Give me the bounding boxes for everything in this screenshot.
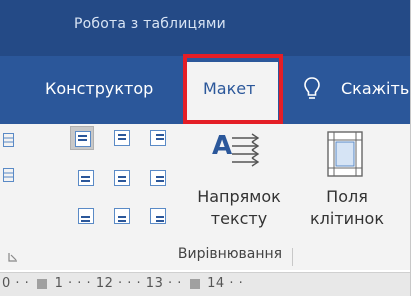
align-top-right-icon: [150, 130, 166, 146]
text-direction-label-line1: Напрямок: [197, 187, 281, 206]
ruler-number: 13: [145, 276, 164, 291]
align-bottom-left-button[interactable]: [74, 204, 98, 228]
align-top-center-icon: [114, 130, 130, 146]
align-top-center-button[interactable]: [110, 126, 134, 150]
dialog-launcher-icon[interactable]: [8, 252, 18, 262]
cell-margins-label-line1: Поля: [326, 187, 368, 206]
tell-me-search[interactable]: Скажіть: [341, 79, 409, 98]
align-bottom-left-icon: [78, 208, 94, 224]
ruler-number: 12: [95, 276, 114, 291]
align-bottom-right-button[interactable]: [146, 204, 170, 228]
word-window: Робота з таблицями Конструктор Макет Ска…: [0, 0, 411, 296]
ruler-marker[interactable]: [36, 278, 47, 289]
lightbulb-icon[interactable]: [303, 76, 321, 102]
align-middle-right-button[interactable]: [146, 166, 170, 190]
align-top-left-button[interactable]: [70, 126, 94, 150]
ruler-marker[interactable]: [189, 278, 200, 289]
text-direction-label-line2: тексту: [210, 209, 268, 228]
align-bottom-center-icon: [114, 208, 130, 224]
ruler-number: 14: [207, 276, 225, 291]
align-top-right-button[interactable]: [146, 126, 170, 150]
alignment-group-label: Вирівнювання: [177, 246, 283, 262]
align-middle-left-button[interactable]: [74, 166, 98, 190]
cell-margins-icon[interactable]: [324, 130, 366, 178]
table-grid-icon[interactable]: [3, 133, 15, 147]
align-top-left-icon: [75, 131, 91, 147]
horizontal-ruler[interactable]: 0 · · 1 · · · 12 · · · 13 · · 14 · ·: [0, 272, 410, 296]
tab-konstruktor[interactable]: Конструктор: [45, 79, 153, 98]
align-bottom-center-button[interactable]: [110, 204, 134, 228]
ruler-number: 0: [2, 276, 11, 291]
cell-margins-label-line2: клітинок: [310, 209, 384, 228]
align-middle-center-button[interactable]: [110, 166, 134, 190]
text-direction-button[interactable]: Напрямок тексту: [184, 186, 294, 230]
ruler-numbers: 0 · · 1 · · · 12 · · · 13 · · 14 · ·: [2, 276, 244, 291]
highlight-annotation: [183, 54, 283, 124]
align-bottom-right-icon: [150, 208, 166, 224]
align-middle-right-icon: [150, 170, 166, 186]
svg-text:A: A: [212, 131, 232, 161]
ruler-number: 1: [54, 276, 64, 291]
table-grid-icon[interactable]: [3, 168, 15, 182]
align-middle-left-icon: [78, 170, 94, 186]
text-direction-icon[interactable]: A: [212, 130, 264, 178]
context-tab-title: Робота з таблицями: [74, 16, 226, 32]
group-separator: [292, 248, 293, 266]
align-middle-center-icon: [114, 170, 130, 186]
cell-margins-button[interactable]: Поля клітинок: [300, 186, 394, 230]
